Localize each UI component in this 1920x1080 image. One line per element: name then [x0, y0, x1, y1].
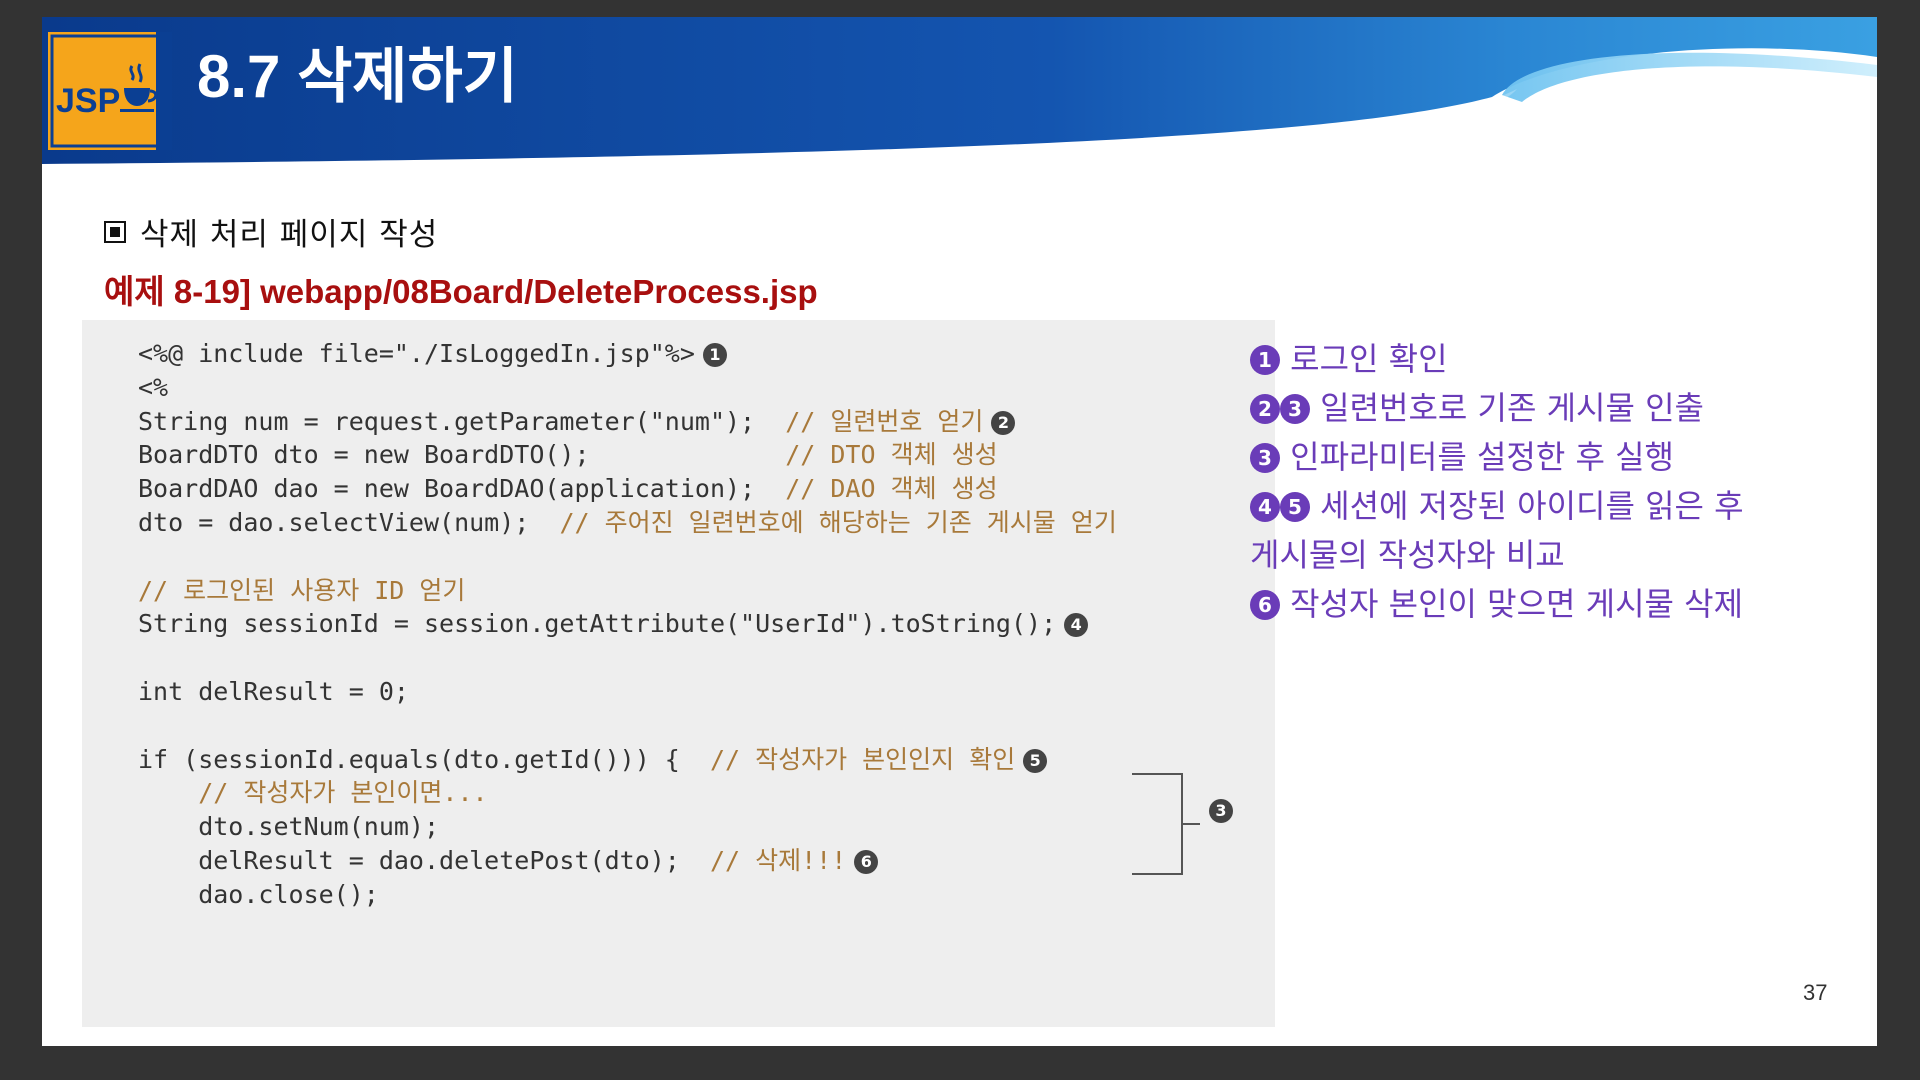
code-line: BoardDAO dao = new BoardDAO(application)…	[138, 472, 998, 506]
code-line: // 작성자가 본인이면...	[138, 776, 488, 810]
code-text: String num = request.getParameter("num")…	[138, 406, 786, 436]
code-comment: // 주어진 일련번호에 해당하는 기존 게시물 얻기	[559, 508, 1117, 537]
marker-2-icon: 2	[991, 410, 1016, 435]
note-item: 23 일련번호로 기존 게시물 인출	[1250, 384, 1850, 433]
marker-3-icon: 3	[1209, 799, 1233, 823]
note-text: 일련번호로 기존 게시물 인출	[1320, 389, 1704, 427]
code-line: String num = request.getParameter("num")…	[138, 405, 1016, 439]
code-text: <%@ include file="./IsLoggedIn.jsp"%>	[138, 339, 695, 368]
code-text: if (sessionId.equals(dto.getId())) {	[138, 744, 710, 774]
code-text: BoardDTO dto = new BoardDTO();	[138, 440, 786, 470]
note-item: 3 인파라미터를 설정한 후 실행	[1250, 433, 1850, 482]
code-block: 3 <%@ include file="./IsLoggedIn.jsp"%> 1…	[82, 320, 1275, 1027]
code-text: delResult = dao.deletePost(dto);	[138, 846, 710, 875]
code-comment: // 일련번호 얻기	[785, 406, 984, 436]
code-line: BoardDTO dto = new BoardDTO(); // DTO 객체…	[138, 438, 998, 472]
marker-4-icon: 4	[1064, 613, 1089, 638]
code-comment: // 작성자가 본인이면...	[198, 778, 488, 808]
notes-list: 1 로그인 확인 2 3 일련번호로 기존 게시물 인출 3 인파라미터를 설정한 후…	[1250, 335, 1850, 629]
code-text: int delResult = 0;	[138, 677, 409, 706]
marker-6-icon: 6	[1250, 590, 1280, 620]
marker-2-icon: 2	[1250, 394, 1280, 424]
code-comment: // 삭제!!!	[709, 846, 847, 875]
code-comment: // DTO 객체 생성	[785, 440, 998, 470]
code-line: String sessionId = session.getAttribute(…	[138, 607, 1089, 641]
slide: JSP 8.7 삭제하기 삭제 처리 페이지 작성 예제 8-19] webap…	[42, 17, 1877, 1046]
square-bullet-icon	[104, 220, 126, 243]
note-text: 로그인 확인	[1290, 340, 1448, 378]
code-comment: // DAO 객체 생성	[785, 474, 998, 504]
code-line: int delResult = 0;	[138, 675, 409, 709]
marker-3-icon: 3	[1250, 443, 1280, 473]
section-heading-text: 삭제 처리 페이지 작성	[140, 217, 439, 253]
code-text: dto = dao.selectView(num);	[138, 508, 560, 537]
note-text: 인파라미터를 설정한 후 실행	[1290, 438, 1674, 476]
code-line: dto = dao.selectView(num); // 주어진 일련번호에 …	[138, 506, 1117, 540]
page-title: 8.7 삭제하기	[197, 43, 518, 110]
marker-3-icon: 3	[1280, 394, 1310, 424]
code-text: <%	[138, 372, 169, 402]
header-banner: JSP 8.7 삭제하기	[42, 17, 1877, 164]
note-item: 6 작성자 본인이 맞으면 게시물 삭제	[1250, 580, 1850, 629]
jsp-logo: JSP	[48, 32, 172, 150]
note-item: 게시물의 작성자와 비교	[1250, 531, 1850, 580]
code-line: delResult = dao.deletePost(dto); // 삭제!!…	[138, 844, 879, 878]
code-text: BoardDAO dao = new BoardDAO(application)…	[138, 474, 786, 504]
code-line: <%	[138, 371, 168, 405]
code-text: dao.close();	[138, 879, 379, 909]
code-comment: // 작성자가 본인인지 확인	[709, 744, 1016, 774]
marker-1-icon: 1	[1250, 345, 1280, 375]
code-line: dao.close();	[138, 878, 379, 912]
note-item: 45 세션에 저장된 아이디를 읽은 후	[1250, 482, 1850, 531]
code-line: // 로그인된 사용자 ID 얻기	[138, 574, 465, 608]
section-heading: 삭제 처리 페이지 작성	[104, 209, 438, 254]
marker-5-icon: 5	[1023, 748, 1048, 773]
marker-5-icon: 5	[1280, 492, 1310, 522]
note-text: 세션에 저장된 아이디를 읽은 후	[1320, 487, 1744, 525]
marker-4-icon: 4	[1250, 492, 1280, 522]
note-text: 작성자 본인이 맞으면 게시물 삭제	[1290, 585, 1744, 623]
code-line: if (sessionId.equals(dto.getId())) { // …	[138, 743, 1048, 777]
code-line: <%@ include file="./IsLoggedIn.jsp"%> 1	[138, 337, 727, 371]
code-comment: // 로그인된 사용자 ID 얻기	[138, 575, 466, 605]
code-text: dto.setNum(num);	[138, 812, 440, 842]
bracket-connector	[1132, 773, 1200, 875]
marker-1-icon: 1	[702, 343, 727, 367]
code-line: dto.setNum(num);	[138, 810, 439, 844]
svg-text:JSP: JSP	[56, 82, 120, 120]
page-number: 37	[1803, 980, 1828, 1005]
example-caption: 예제 8-19] webapp/08Board/DeleteProcess.js…	[104, 273, 818, 310]
note-item: 1 로그인 확인	[1250, 335, 1850, 384]
note-text: 게시물의 작성자와 비교	[1250, 536, 1565, 574]
marker-6-icon: 6	[854, 850, 879, 874]
code-text: String sessionId = session.getAttribute(…	[138, 609, 1057, 639]
